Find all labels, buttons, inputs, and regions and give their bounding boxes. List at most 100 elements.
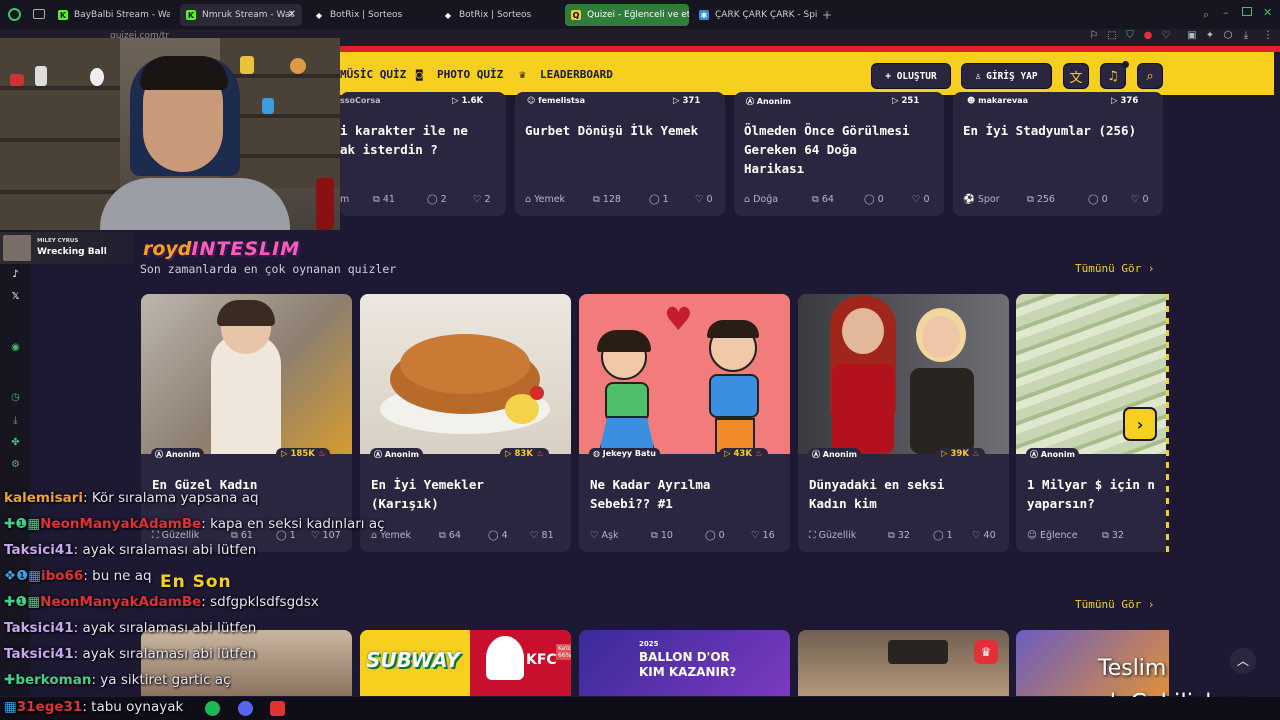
likes-count: 0 [706, 194, 713, 205]
menu-icon[interactable]: ⋮ [1262, 30, 1274, 42]
author-name: Anonim [165, 450, 200, 459]
tab-label: Nmruk Stream - Wat [202, 10, 294, 20]
chat-username: kalemisari [4, 490, 83, 506]
card-questions: ⧉ 256 [1027, 194, 1055, 205]
search-tabs-icon[interactable]: ⌕ [1203, 8, 1209, 22]
create-button[interactable]: + OLUŞTUR [871, 63, 951, 89]
nav-leaderboard[interactable]: LEADERBOARD [540, 68, 613, 81]
heart-icon[interactable]: ♡ [1160, 30, 1172, 42]
quiz-card[interactable]: ☻ makarevaa ▷ 376 En İyi Stadyumlar (256… [953, 92, 1163, 216]
tab-nmruk[interactable]: K Nmruk Stream - Wat ✕ [180, 4, 302, 26]
card-title: En İyi Stadyumlar (256) [963, 123, 1137, 138]
quiz-card[interactable]: ♥ ◍ Jekeyy Batu ▷ 43K ♨ Ne Kadar Ayrılma… [579, 294, 790, 552]
carousel-next-button[interactable]: › [1123, 407, 1157, 441]
workspaces-icon[interactable] [33, 9, 45, 19]
new-tab-button[interactable]: + [822, 8, 832, 22]
puzzle-icon[interactable]: ✤ [9, 436, 22, 449]
card-title: i karakter ile ne ak isterdin ? [340, 123, 468, 157]
card-likes: ♡ 2 [473, 194, 491, 205]
quiz-card-thumbnail[interactable]: SUBWAY KFC Ketchups1166 66% [360, 630, 571, 696]
login-button[interactable]: ♙ GİRİŞ YAP [961, 63, 1052, 89]
notification-dot [1122, 61, 1129, 68]
discord-icon[interactable] [238, 701, 253, 716]
card-thumbnail [798, 294, 1009, 454]
screenshot-icon[interactable]: ⬚ [1106, 30, 1118, 42]
chat-text: : sdfgpklsdfsgdsx [201, 594, 319, 610]
tab-botrix-1[interactable]: ◆ BotRix | Sorteos [308, 4, 432, 26]
tab-baybalbi[interactable]: K BayBalbi Stream - Watch [52, 4, 170, 26]
card-plays: ▷ 376 [1111, 96, 1139, 106]
download-icon[interactable]: ⤓ [1240, 30, 1252, 42]
section-subtitle: Son zamanlarda en çok oynanan quizler [140, 262, 397, 276]
plays-count: 39K [950, 449, 969, 459]
quiz-card[interactable]: Ⓐ Anonim ▷ 185K ♨ En Güzel Kadın ⛶ Güzel… [141, 294, 352, 552]
cube-icon[interactable]: ⬡ [1222, 30, 1234, 42]
subway-logo: SUBWAY [366, 648, 460, 672]
chat-text: : ayak sıralaması abi lütfen [73, 620, 257, 636]
app-icon[interactable] [270, 701, 285, 716]
tiktok-icon[interactable]: ♪ [9, 268, 22, 281]
author-name: Jekeyy Batu [602, 449, 656, 458]
play-icon[interactable]: ◉ [9, 341, 22, 354]
card-likes: ♡ 0 [912, 194, 930, 205]
tab-label: BotRix | Sorteos [330, 10, 403, 20]
category-name: Spor [977, 194, 1000, 205]
close-window-icon[interactable]: ✕ [1263, 6, 1272, 19]
quiz-card[interactable]: ssoCorsa ▷ 1.6K i karakter ile ne ak ist… [340, 92, 506, 216]
quiz-card-thumbnail[interactable]: 2025 BALLON D'OR KIM KAZANIR? [579, 630, 790, 696]
quiz-card[interactable]: ☺ femelistsa ▷ 371 Gurbet Dönüşü İlk Yem… [515, 92, 725, 216]
category-name: Aşk [601, 530, 619, 541]
questions-count: 256 [1036, 194, 1055, 205]
spotify-icon[interactable] [205, 701, 220, 716]
see-all-link[interactable]: Tümünü Gör › [1075, 262, 1154, 275]
brand-part-b: INTESLIM [191, 238, 301, 260]
browser-logo-icon[interactable] [8, 8, 21, 21]
comments-count: 1 [946, 530, 953, 541]
search-icon[interactable]: ⌕ [1137, 63, 1163, 89]
record-icon[interactable]: ● [1142, 30, 1154, 42]
fire-icon: ♨ [971, 449, 980, 459]
close-tab-icon[interactable]: ✕ [288, 9, 296, 20]
card-author: Ⓐ Anonim [151, 448, 204, 461]
tab-quizei[interactable]: Q Quizei - Eğlenceli ve etki [565, 4, 689, 26]
chat-badges: ▦ [4, 699, 17, 715]
fire-icon: ♨ [754, 449, 763, 459]
questions-count: 64 [448, 530, 461, 541]
quiz-card[interactable]: Ⓐ Anonim ▷ 39K ♨ Dünyadaki en seksi Kadı… [798, 294, 1009, 552]
settings-icon[interactable]: ⚙ [9, 458, 22, 471]
x-icon[interactable]: 𝕏 [9, 290, 22, 303]
scroll-top-button[interactable]: ︿ [1230, 648, 1256, 674]
card-title: En İyi Yemekler (Karışık) [371, 477, 484, 511]
maximize-icon[interactable] [1242, 7, 1252, 16]
minimize-icon[interactable]: – [1223, 6, 1229, 19]
clock-icon[interactable]: ◷ [9, 391, 22, 404]
download-side-icon[interactable]: ⤓ [9, 414, 22, 427]
quiz-card[interactable]: Ⓐ Anonim ▷ 83K ♨ En İyi Yemekler (Karışı… [360, 294, 571, 552]
shield-icon[interactable]: ⛉ [1124, 30, 1136, 42]
quiz-card[interactable]: Ⓐ Anonim ▷ 251 Ölmeden Önce Görülmesi Ge… [734, 92, 944, 216]
nav-music-quiz[interactable]: MÜSİC QUİZ [340, 68, 406, 81]
brand-part-a: royd [143, 238, 192, 260]
card-likes: ♡ 16 [751, 530, 775, 541]
extensions-icon[interactable]: ✦ [1204, 30, 1216, 42]
quiz-card-thumbnail[interactable]: ♛ [798, 630, 1009, 696]
card-plays: ▷ 39K ♨ [936, 448, 985, 460]
bookmark-icon[interactable]: ⚐ [1088, 30, 1100, 42]
taskbar: ▦31ege31: tabu oynayak [0, 697, 1280, 720]
comments-count: 0 [877, 194, 884, 205]
comments-count: 1 [662, 194, 669, 205]
card-author: ssoCorsa [340, 96, 381, 105]
botrix-icon: ◆ [315, 10, 323, 20]
wallet-icon[interactable]: ▣ [1186, 30, 1198, 42]
card-category: m [340, 194, 350, 205]
tab-cark[interactable]: ✱ ÇARK ÇARK ÇARK - Spin [693, 4, 817, 26]
nav-photo-quiz[interactable]: PHOTO QUİZ [437, 68, 503, 81]
category-name: Güzellik [818, 530, 857, 541]
carousel-edge [1166, 294, 1169, 552]
likes-count: 0 [1142, 194, 1149, 205]
card-title: Dünyadaki en seksi Kadın kim [809, 477, 945, 511]
see-all-link[interactable]: Tümünü Gör › [1075, 598, 1154, 611]
card-comments: ◯ 0 [705, 530, 725, 541]
tab-botrix-2[interactable]: ◆ BotRix | Sorteos [437, 4, 561, 26]
language-icon[interactable]: 文 [1063, 63, 1089, 89]
